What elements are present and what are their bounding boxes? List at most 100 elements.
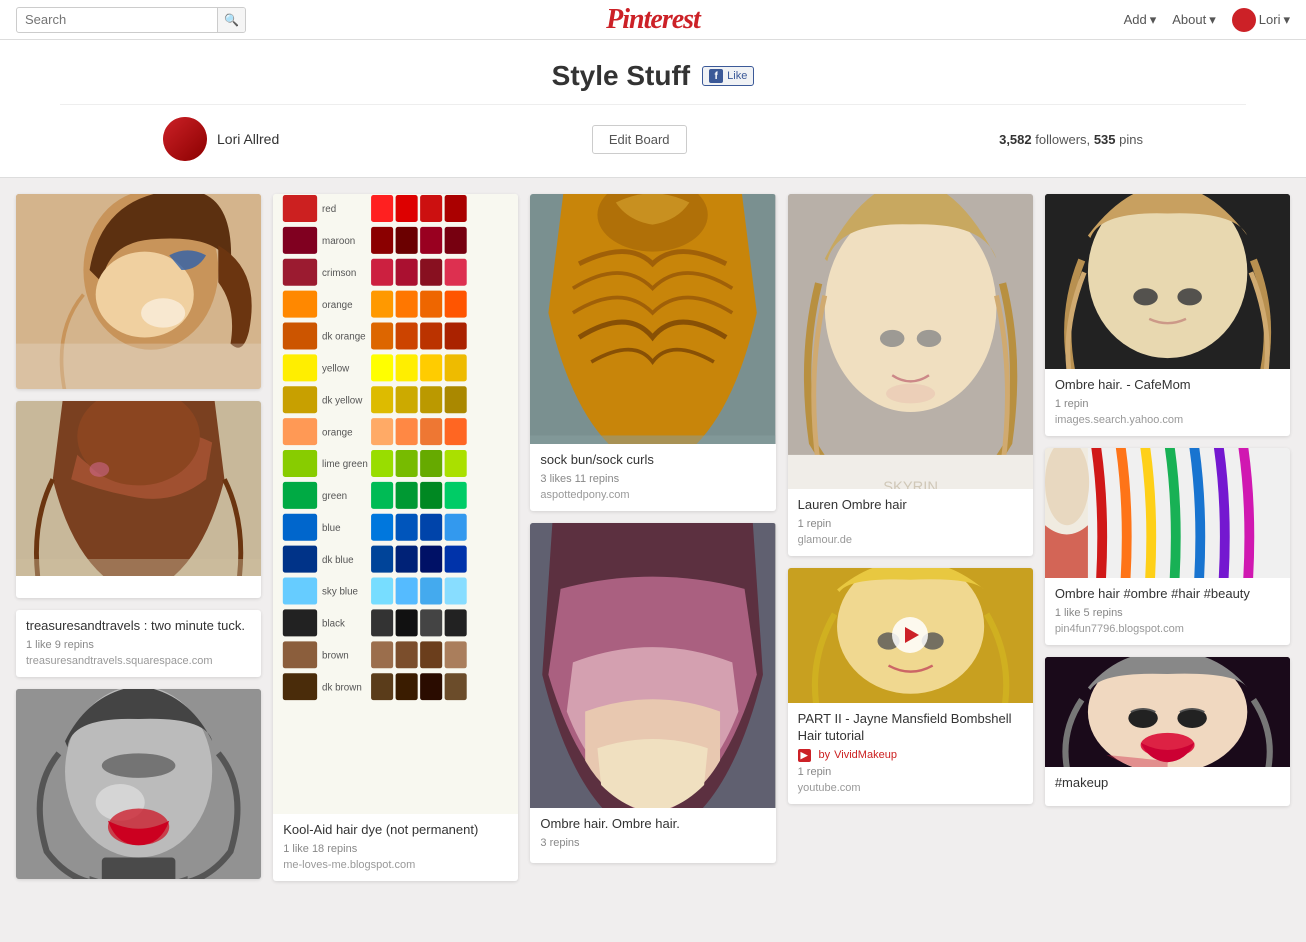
header-logo[interactable]: Pinterest [606,4,700,36]
pin-title: Ombre hair. Ombre hair. [540,816,765,833]
pin-info: treasuresandtravels : two minute tuck. 1… [16,610,261,677]
video-channel-name: VividMakeup [834,749,897,761]
user-name-label: Lori [1259,12,1281,27]
svg-text:dk brown: dk brown [322,682,362,693]
pin-card[interactable]: PART II - Jayne Mansfield Bombshell Hair… [788,568,1033,804]
followers-info: 3,582 followers, 535 pins [999,132,1143,147]
profile-meta: Lori Allred Edit Board 3,582 followers, … [103,105,1203,161]
svg-text:yellow: yellow [322,364,350,375]
pin-info: sock bun/sock curls 3 likes 11 repins as… [530,444,775,511]
pin-source: pin4fun7796.blogspot.com [1055,623,1280,635]
pin-column-1: treasuresandtravels : two minute tuck. 1… [16,194,261,879]
board-title: Style Stuff [552,60,690,92]
user-menu-button[interactable]: Lori ▾ [1232,8,1290,32]
pin-card[interactable]: Kool-Aid Dyed Playsilks pink red [273,194,518,881]
svg-text:orange: orange [322,300,353,311]
svg-text:dk yellow: dk yellow [322,395,363,406]
pin-info: Ombre hair #ombre #hair #beauty 1 like 5… [1045,578,1290,645]
pin-image: SKYRIN [788,194,1033,489]
add-label: Add [1124,12,1147,27]
play-triangle-icon [905,627,919,643]
board-profile-section: Style Stuff f Like Lori Allred Edit Boar… [0,40,1306,178]
pins-count: 535 [1094,132,1116,147]
pin-card[interactable]: Ombre hair. - CafeMom 1 repin images.sea… [1045,194,1290,436]
pin-column-3: sock bun/sock curls 3 likes 11 repins as… [530,194,775,863]
svg-text:SKYRIN: SKYRIN [883,480,938,489]
pin-title: Kool-Aid hair dye (not permanent) [283,822,508,839]
pin-title: #makeup [1055,775,1280,792]
svg-text:blue: blue [322,523,341,534]
svg-text:black: black [322,619,345,630]
user-chevron-icon: ▾ [1283,12,1290,28]
pin-stats: 3 likes 11 repins [540,473,765,485]
pin-card[interactable]: treasuresandtravels : two minute tuck. 1… [16,610,261,677]
pin-title: Lauren Ombre hair [798,497,1023,514]
search-input[interactable] [17,12,217,27]
facebook-like-button[interactable]: f Like [702,66,754,86]
pin-column-4: SKYRIN Lauren Ombre hair 1 repin glamour… [788,194,1033,804]
pin-column-2: Kool-Aid Dyed Playsilks pink red [273,194,518,881]
edit-board-button[interactable]: Edit Board [592,125,687,154]
followers-label: followers, [1035,132,1090,147]
about-chevron-icon: ▾ [1209,12,1216,28]
pin-info: Lauren Ombre hair 1 repin glamour.de [788,489,1033,556]
pin-card[interactable]: SKYRIN Lauren Ombre hair 1 repin glamour… [788,194,1033,556]
pin-stats: 1 like 5 repins [1055,607,1280,619]
pin-image [530,194,775,444]
pin-stats: 3 repins [540,837,765,849]
pins-container: treasuresandtravels : two minute tuck. 1… [0,178,1306,897]
video-channel: by [819,749,831,761]
play-button[interactable] [892,617,928,653]
pin-stats: 1 like 18 repins [283,843,508,855]
svg-text:lime green: lime green [322,459,368,470]
svg-text:dk orange: dk orange [322,332,366,343]
pin-image [1045,194,1290,369]
svg-text:maroon: maroon [322,236,355,247]
pin-title: Ombre hair #ombre #hair #beauty [1055,586,1280,603]
pin-info: PART II - Jayne Mansfield Bombshell Hair… [788,703,1033,804]
pin-title: PART II - Jayne Mansfield Bombshell Hair… [798,711,1023,745]
svg-text:dk blue: dk blue [322,555,354,566]
pin-card[interactable] [16,401,261,598]
pin-card[interactable]: sock bun/sock curls 3 likes 11 repins as… [530,194,775,511]
pin-image [1045,448,1290,578]
pin-info: Ombre hair. - CafeMom 1 repin images.sea… [1045,369,1290,436]
add-button[interactable]: Add ▾ [1124,12,1157,28]
pin-info: Ombre hair. Ombre hair. 3 repins [530,808,775,863]
pin-image [16,401,261,576]
pin-title: sock bun/sock curls [540,452,765,469]
pin-image [1045,657,1290,767]
pin-card[interactable]: #makeup [1045,657,1290,806]
about-label: About [1172,12,1206,27]
pin-stats: 1 like 9 repins [26,639,251,651]
svg-text:brown: brown [322,650,349,661]
pin-card[interactable]: Ombre hair #ombre #hair #beauty 1 like 5… [1045,448,1290,645]
add-chevron-icon: ▾ [1150,12,1157,28]
pin-source: aspottedpony.com [540,489,765,501]
svg-text:sky blue: sky blue [322,587,358,598]
pin-title: treasuresandtravels : two minute tuck. [26,618,251,635]
search-box[interactable]: 🔍 [16,7,246,33]
board-title-row: Style Stuff f Like [0,60,1306,92]
profile-avatar [163,117,207,161]
pin-card[interactable] [16,689,261,879]
svg-text:green: green [322,491,347,502]
pin-image [16,194,261,389]
svg-text:red: red [322,204,336,215]
pin-stats: 1 repin [1055,398,1280,410]
about-button[interactable]: About ▾ [1172,12,1216,28]
svg-text:orange: orange [322,427,353,438]
pin-info [16,576,261,598]
pin-source: glamour.de [798,534,1023,546]
pin-info: #makeup [1045,767,1290,806]
youtube-icon: ▶ [798,749,811,762]
pin-card[interactable]: Ombre hair. Ombre hair. 3 repins [530,523,775,863]
pinterest-logo-text: Pinterest [606,4,700,35]
search-button[interactable]: 🔍 [217,7,245,33]
pin-card[interactable] [16,194,261,389]
profile-name: Lori Allred [217,131,279,147]
header-left: 🔍 [16,7,296,33]
svg-text:crimson: crimson [322,268,356,279]
pin-source: images.search.yahoo.com [1055,414,1280,426]
pin-image [530,523,775,808]
